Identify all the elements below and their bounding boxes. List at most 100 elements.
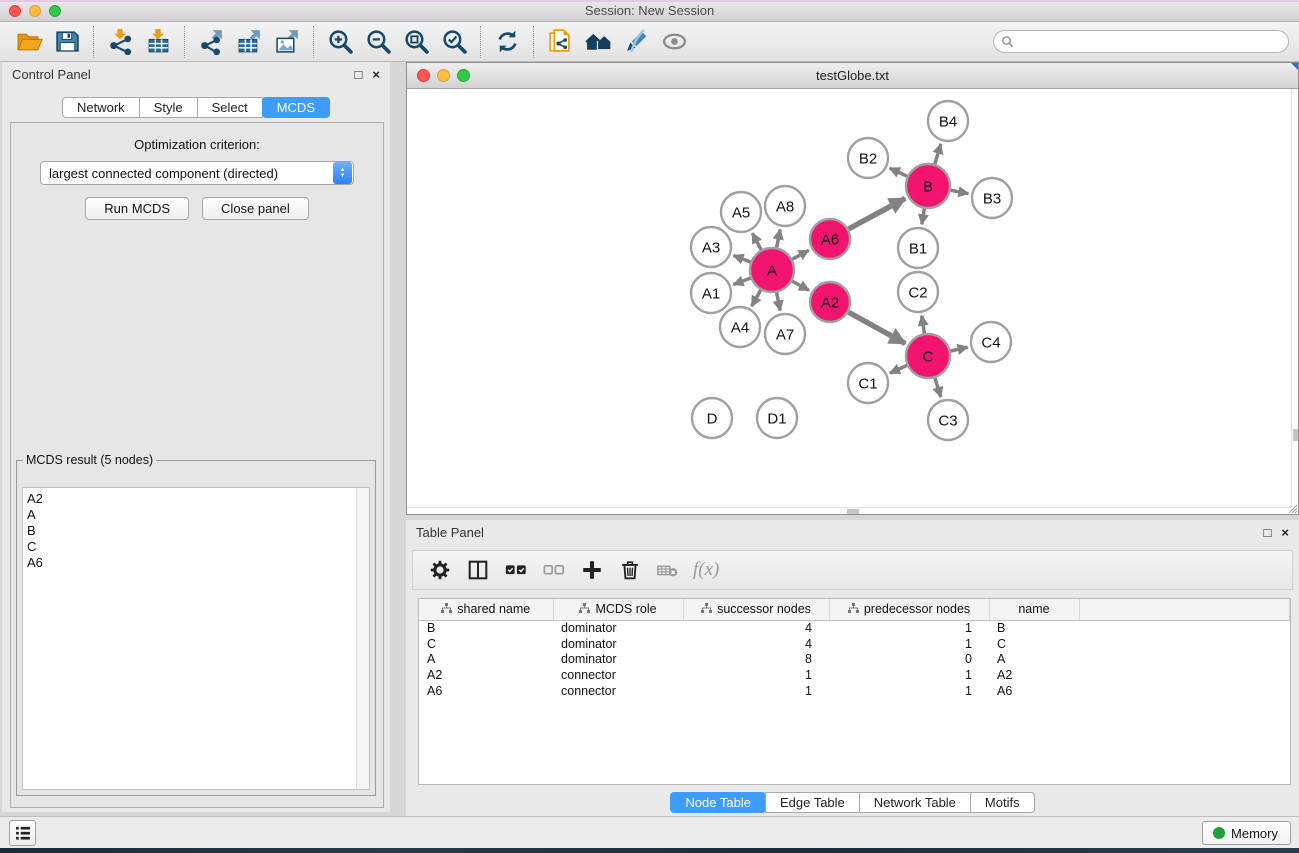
- table-cell[interactable]: A6: [419, 683, 553, 699]
- graph-node-C2[interactable]: C2: [898, 272, 938, 312]
- graph-node-B4[interactable]: B4: [928, 101, 968, 141]
- graph-edge-A-A5[interactable]: [752, 233, 761, 250]
- graph-edge-B-B2[interactable]: [890, 168, 908, 176]
- graph-node-C3[interactable]: C3: [928, 400, 968, 440]
- table-row[interactable]: Cdominator41C: [419, 636, 1290, 652]
- table-cell[interactable]: B: [989, 620, 1079, 636]
- resize-grip-icon[interactable]: [1286, 502, 1298, 514]
- tab-mcds[interactable]: MCDS: [262, 97, 330, 118]
- result-list-item[interactable]: A6: [27, 555, 369, 571]
- result-list-item[interactable]: B: [27, 523, 369, 539]
- search-input[interactable]: [1019, 33, 1288, 51]
- vertical-scroll-thumb[interactable]: [1293, 429, 1298, 441]
- graph-node-B3[interactable]: B3: [972, 178, 1012, 218]
- graph-edge-A-A7[interactable]: [777, 293, 781, 311]
- network-canvas[interactable]: B4B2BB3A8A5A6A3B1AA1C2A2A4A7C4CC1C3DD1: [407, 89, 1292, 509]
- open-session-button[interactable]: [10, 25, 48, 59]
- table-cell[interactable]: A: [419, 652, 553, 668]
- table-cell[interactable]: B: [419, 620, 553, 636]
- graph-node-A1[interactable]: A1: [691, 273, 731, 313]
- graph-edge-A-A1[interactable]: [734, 278, 751, 284]
- criterion-dropdown[interactable]: largest connected component (directed) ▲…: [40, 161, 354, 185]
- graph-node-B[interactable]: B: [906, 164, 950, 208]
- zoom-selected-button[interactable]: [435, 25, 473, 59]
- memory-button[interactable]: Memory: [1202, 821, 1291, 845]
- toggle-graphics-details-button[interactable]: [617, 25, 655, 59]
- graph-node-A8[interactable]: A8: [765, 186, 805, 226]
- zoom-in-button[interactable]: [321, 25, 359, 59]
- table-cell[interactable]: 1: [829, 667, 989, 683]
- table-cell[interactable]: C: [419, 636, 553, 652]
- table-cell[interactable]: 1: [829, 636, 989, 652]
- table-cell[interactable]: 1: [683, 683, 829, 699]
- table-cell[interactable]: 4: [683, 620, 829, 636]
- delete-table-button[interactable]: [651, 554, 685, 586]
- table-settings-button[interactable]: [423, 554, 457, 586]
- horizontal-scrollbar[interactable]: [407, 507, 1291, 514]
- table-row[interactable]: A6connector11A6: [419, 683, 1290, 699]
- graph-node-D1[interactable]: D1: [757, 398, 797, 438]
- export-network-button[interactable]: [192, 25, 230, 59]
- graph-node-A2[interactable]: A2: [810, 282, 850, 322]
- graph-edge-A2-C[interactable]: [848, 312, 905, 343]
- column-header-name[interactable]: name: [989, 599, 1079, 620]
- graph-edge-A6-B[interactable]: [849, 198, 906, 229]
- import-table-button[interactable]: [139, 25, 177, 59]
- birds-eye-view-button[interactable]: [655, 25, 693, 59]
- table-cell[interactable]: dominator: [553, 636, 683, 652]
- export-table-button[interactable]: [230, 25, 268, 59]
- graph-node-C[interactable]: C: [906, 334, 950, 378]
- column-header-MCDS-role[interactable]: MCDS role: [553, 599, 683, 620]
- select-all-button[interactable]: [499, 554, 533, 586]
- new-network-from-file-button[interactable]: [541, 25, 579, 59]
- graph-edge-A-A4[interactable]: [752, 290, 761, 306]
- tab-network[interactable]: Network: [62, 97, 140, 118]
- table-cell[interactable]: C: [989, 636, 1079, 652]
- graph-node-A5[interactable]: A5: [721, 192, 761, 232]
- save-session-button[interactable]: [48, 25, 86, 59]
- graph-node-C4[interactable]: C4: [971, 322, 1011, 362]
- table-row[interactable]: Bdominator41B: [419, 620, 1290, 636]
- table-row[interactable]: A2connector11A2: [419, 667, 1290, 683]
- tab-style[interactable]: Style: [139, 97, 198, 118]
- graph-node-A6[interactable]: A6: [810, 219, 850, 259]
- export-image-button[interactable]: [268, 25, 306, 59]
- graph-node-B1[interactable]: B1: [898, 228, 938, 268]
- graph-edge-B-B1[interactable]: [922, 209, 925, 225]
- close-panel-button[interactable]: Close panel: [202, 197, 309, 220]
- table-cell[interactable]: 4: [683, 636, 829, 652]
- result-list-item[interactable]: A: [27, 507, 369, 523]
- graph-node-A[interactable]: A: [750, 248, 794, 292]
- run-mcds-button[interactable]: Run MCDS: [85, 197, 189, 220]
- close-table-panel-icon[interactable]: ×: [1281, 525, 1289, 540]
- table-cell[interactable]: A6: [989, 683, 1079, 699]
- table-cell[interactable]: connector: [553, 667, 683, 683]
- graph-node-C1[interactable]: C1: [848, 363, 888, 403]
- graph-edge-C-C2[interactable]: [922, 316, 925, 334]
- float-panel-icon[interactable]: □: [355, 67, 363, 82]
- tab-network-table[interactable]: Network Table: [859, 792, 971, 813]
- graph-edge-A-A6[interactable]: [792, 250, 809, 259]
- graph-node-A3[interactable]: A3: [691, 227, 731, 267]
- home-button[interactable]: [579, 25, 617, 59]
- column-header-predecessor-nodes[interactable]: predecessor nodes: [829, 599, 989, 620]
- table-cell[interactable]: 1: [829, 683, 989, 699]
- add-column-button[interactable]: [575, 554, 609, 586]
- table-cell[interactable]: dominator: [553, 620, 683, 636]
- graph-edge-C-C4[interactable]: [951, 347, 968, 351]
- table-cell[interactable]: connector: [553, 683, 683, 699]
- table-cell[interactable]: 1: [683, 667, 829, 683]
- horizontal-scroll-thumb[interactable]: [847, 509, 859, 514]
- search-field[interactable]: [993, 30, 1289, 53]
- tab-motifs[interactable]: Motifs: [970, 792, 1035, 813]
- task-history-button[interactable]: [9, 820, 36, 846]
- deselect-all-button[interactable]: [537, 554, 571, 586]
- import-network-button[interactable]: [101, 25, 139, 59]
- tab-select[interactable]: Select: [197, 97, 263, 118]
- graph-edge-A-A2[interactable]: [792, 281, 809, 290]
- table-cell[interactable]: 0: [829, 652, 989, 668]
- delete-column-button[interactable]: [613, 554, 647, 586]
- float-table-panel-icon[interactable]: □: [1264, 525, 1272, 540]
- tab-edge-table[interactable]: Edge Table: [765, 792, 860, 813]
- split-panel-button[interactable]: [461, 554, 495, 586]
